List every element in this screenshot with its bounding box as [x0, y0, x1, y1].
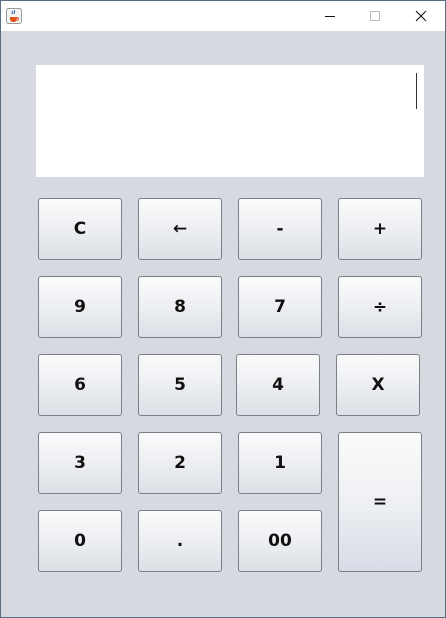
minus-button[interactable]: -: [238, 198, 322, 260]
calculator-display[interactable]: [36, 65, 424, 177]
close-button[interactable]: [398, 1, 444, 31]
digit-9-button[interactable]: 9: [38, 276, 122, 338]
digit-0-button[interactable]: 0: [38, 510, 122, 572]
divide-button[interactable]: ÷: [338, 276, 422, 338]
minimize-icon: [325, 16, 335, 17]
multiply-button[interactable]: X: [336, 354, 420, 416]
digit-4-button[interactable]: 4: [236, 354, 320, 416]
plus-button[interactable]: +: [338, 198, 422, 260]
close-icon: [415, 10, 427, 22]
maximize-icon: [370, 11, 380, 21]
backspace-button[interactable]: ←: [138, 198, 222, 260]
digit-8-button[interactable]: 8: [138, 276, 222, 338]
minimize-button[interactable]: [307, 1, 353, 31]
title-bar[interactable]: [1, 1, 445, 31]
maximize-button[interactable]: [352, 1, 398, 31]
java-cup-icon[interactable]: [6, 8, 22, 24]
digit-6-button[interactable]: 6: [38, 354, 122, 416]
calculator-window: C ← - + 9 8 7 ÷ 6 5 4 X 3 2 1 = 0 . 00: [0, 0, 446, 618]
digit-2-button[interactable]: 2: [138, 432, 222, 494]
clear-button[interactable]: C: [38, 198, 122, 260]
digit-3-button[interactable]: 3: [38, 432, 122, 494]
text-caret: [416, 73, 417, 109]
decimal-point-button[interactable]: .: [138, 510, 222, 572]
equals-button[interactable]: =: [338, 432, 422, 572]
digit-1-button[interactable]: 1: [238, 432, 322, 494]
digit-7-button[interactable]: 7: [238, 276, 322, 338]
digit-5-button[interactable]: 5: [138, 354, 222, 416]
double-zero-button[interactable]: 00: [238, 510, 322, 572]
